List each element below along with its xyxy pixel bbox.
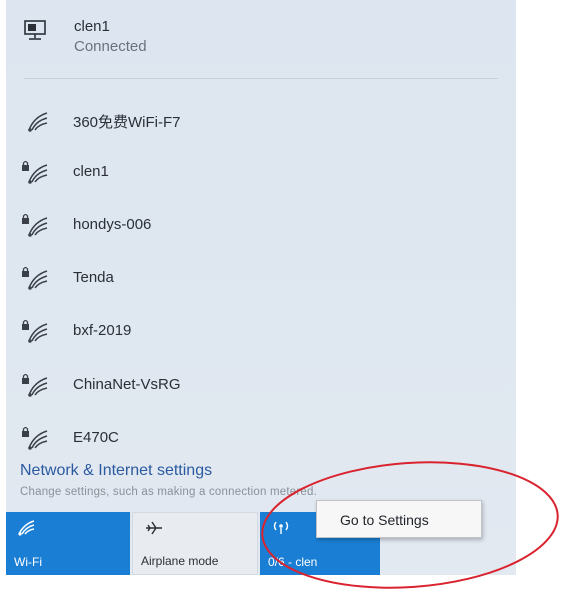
network-flyout: clen1 Connected 360免费WiFi-F7 clen1 hondys-…: [6, 0, 516, 575]
wifi-network-name: 360免费WiFi-F7: [73, 114, 181, 131]
wifi-network-name: bxf-2019: [73, 322, 132, 339]
secured-wifi-icon: [22, 373, 48, 397]
connected-network[interactable]: clen1 Connected: [6, 0, 516, 78]
wifi-network-item[interactable]: E470C: [6, 414, 516, 460]
lock-icon: [22, 213, 29, 224]
lock-icon: [22, 319, 29, 330]
secured-wifi-icon: [22, 160, 48, 184]
wifi-network-item[interactable]: Tenda: [6, 254, 516, 300]
wifi-network-item[interactable]: 360免费WiFi-F7: [6, 96, 516, 142]
mobile-hotspot-label: 0/6 - clen: [268, 555, 318, 569]
wifi-network-name: ChinaNet-VsRG: [73, 376, 181, 393]
airplane-mode-tile[interactable]: Airplane mode: [132, 512, 258, 575]
connected-network-name: clen1: [74, 18, 110, 35]
wifi-icon: [18, 520, 35, 536]
airplane-icon: [146, 521, 162, 535]
connected-network-status: Connected: [74, 38, 147, 55]
secured-wifi-icon: [22, 266, 48, 290]
lock-icon: [22, 266, 29, 277]
wifi-network-item[interactable]: clen1: [6, 148, 516, 194]
wifi-tile-label: Wi-Fi: [14, 555, 42, 569]
ethernet-pc-icon: [24, 20, 46, 40]
wifi-network-item[interactable]: hondys-006: [6, 201, 516, 247]
go-to-settings-menu-item[interactable]: Go to Settings: [340, 512, 429, 528]
lock-icon: [22, 160, 29, 171]
wifi-network-name: hondys-006: [73, 216, 152, 233]
secured-wifi-icon: [22, 213, 48, 237]
wifi-network-name: Tenda: [73, 269, 114, 286]
lock-icon: [22, 426, 29, 437]
secured-wifi-icon: [22, 426, 48, 450]
wifi-network-item[interactable]: bxf-2019: [6, 307, 516, 353]
hotspot-icon: [273, 521, 289, 534]
secured-wifi-icon: [22, 319, 48, 343]
lock-icon: [22, 373, 29, 384]
wifi-icon: [28, 112, 48, 132]
network-settings-description: Change settings, such as making a connec…: [20, 486, 317, 498]
wifi-network-name: E470C: [73, 429, 119, 446]
wifi-network-name: clen1: [73, 163, 109, 180]
wifi-tile[interactable]: Wi-Fi: [6, 512, 130, 575]
wifi-network-item[interactable]: ChinaNet-VsRG: [6, 361, 516, 407]
airplane-mode-label: Airplane mode: [141, 554, 219, 568]
context-menu: Go to Settings: [316, 500, 482, 538]
divider: [24, 78, 498, 79]
network-settings-link[interactable]: Network & Internet settings: [20, 462, 212, 480]
